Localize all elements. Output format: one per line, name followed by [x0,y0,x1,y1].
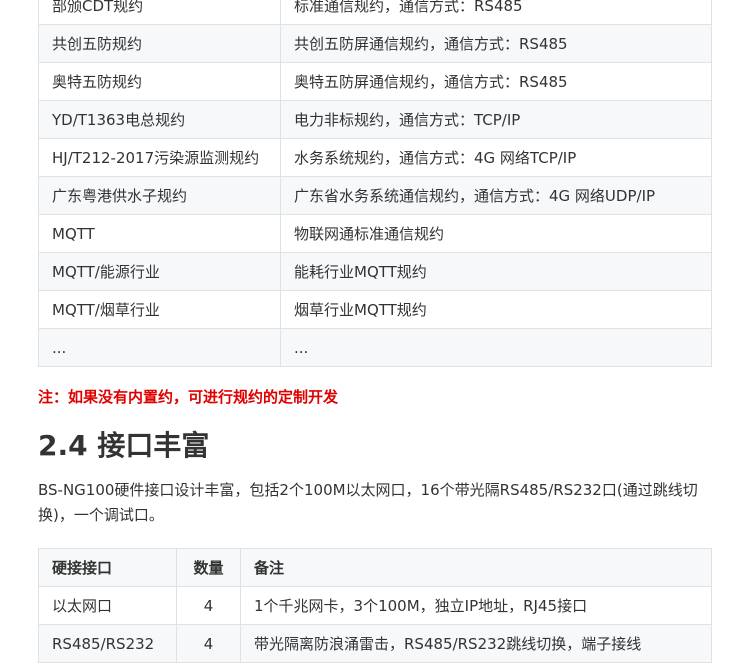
protocol-desc-cell: 能耗行业MQTT规约 [280,252,712,291]
protocol-desc-cell: 共创五防屏通信规约，通信方式：RS485 [280,24,712,63]
section-paragraph: BS-NG100硬件接口设计丰富，包括2个100M以太网口，16个带光隔RS48… [38,481,698,524]
protocol-desc-cell: 标准通信规约，通信方式：RS485 [280,0,712,25]
protocol-desc-cell: 广东省水务系统通信规约，通信方式：4G 网络UDP/IP [280,176,712,215]
interface-table-header: 硬接接口 数量 备注 [38,548,712,587]
table-row: 奥特五防规约 奥特五防屏通信规约，通信方式：RS485 [38,62,712,101]
interface-remark-cell: 1个千兆网卡，3个100M，独立IP地址，RJ45接口 [240,586,712,625]
section-title: 2.4 接口丰富 [38,429,210,462]
table-row: MQTT 物联网通标准通信规约 [38,214,712,253]
table-row: 广东粤港供水子规约 广东省水务系统通信规约，通信方式：4G 网络UDP/IP [38,176,712,215]
protocol-name-cell: 部颁CDT规约 [38,0,281,25]
protocol-name-cell: MQTT [38,214,281,253]
protocol-desc-cell: 电力非标规约，通信方式：TCP/IP [280,100,712,139]
table-row: 以太网口 4 1个千兆网卡，3个100M，独立IP地址，RJ45接口 [38,586,712,625]
protocol-name-cell: 共创五防规约 [38,24,281,63]
table-row: 部颁CDT规约 标准通信规约，通信方式：RS485 [38,0,712,25]
table-row: MQTT/烟草行业 烟草行业MQTT规约 [38,290,712,329]
protocol-name-cell: YD/T1363电总规约 [38,100,281,139]
interface-qty-cell: 4 [176,586,241,625]
table-row: 共创五防规约 共创五防屏通信规约，通信方式：RS485 [38,24,712,63]
table-row: HJ/T212-2017污染源监测规约 水务系统规约，通信方式：4G 网络TCP/… [38,138,712,177]
protocol-desc-cell: 奥特五防屏通信规约，通信方式：RS485 [280,62,712,101]
protocol-desc-cell: ... [280,328,712,367]
protocol-desc-cell: 烟草行业MQTT规约 [280,290,712,329]
protocol-name-cell: MQTT/能源行业 [38,252,281,291]
protocol-desc-cell: 物联网通标准通信规约 [280,214,712,253]
interface-name-cell: RS485/RS232 [38,624,177,663]
protocol-name-cell: MQTT/烟草行业 [38,290,281,329]
protocol-name-cell: ... [38,328,281,367]
header-remarks: 备注 [240,548,712,587]
protocol-name-cell: 广东粤港供水子规约 [38,176,281,215]
table-row: MQTT/能源行业 能耗行业MQTT规约 [38,252,712,291]
header-quantity: 数量 [176,548,241,587]
protocol-desc-cell: 水务系统规约，通信方式：4G 网络TCP/IP [280,138,712,177]
interface-table: 硬接接口 数量 备注 以太网口 4 1个千兆网卡，3个100M，独立IP地址，RJ4… [38,548,712,663]
header-interface: 硬接接口 [38,548,177,587]
interface-name-cell: 以太网口 [38,586,177,625]
table-row: ...... [38,328,712,367]
custom-protocol-note: 注：如果没有内置约，可进行规约的定制开发 [38,388,339,406]
interface-remark-cell: 带光隔离防浪涌雷击，RS485/RS232跳线切换，端子接线 [240,624,712,663]
table-row: YD/T1363电总规约 电力非标规约，通信方式：TCP/IP [38,100,712,139]
protocol-table: 部颁CDT规约 标准通信规约，通信方式：RS485 共创五防规约 共创五防屏通信规约，… [38,0,712,367]
protocol-name-cell: HJ/T212-2017污染源监测规约 [38,138,281,177]
protocol-name-cell: 奥特五防规约 [38,62,281,101]
interface-qty-cell: 4 [176,624,241,663]
table-row: RS485/RS232 4 带光隔离防浪涌雷击，RS485/RS232跳线切换，端子… [38,624,712,663]
